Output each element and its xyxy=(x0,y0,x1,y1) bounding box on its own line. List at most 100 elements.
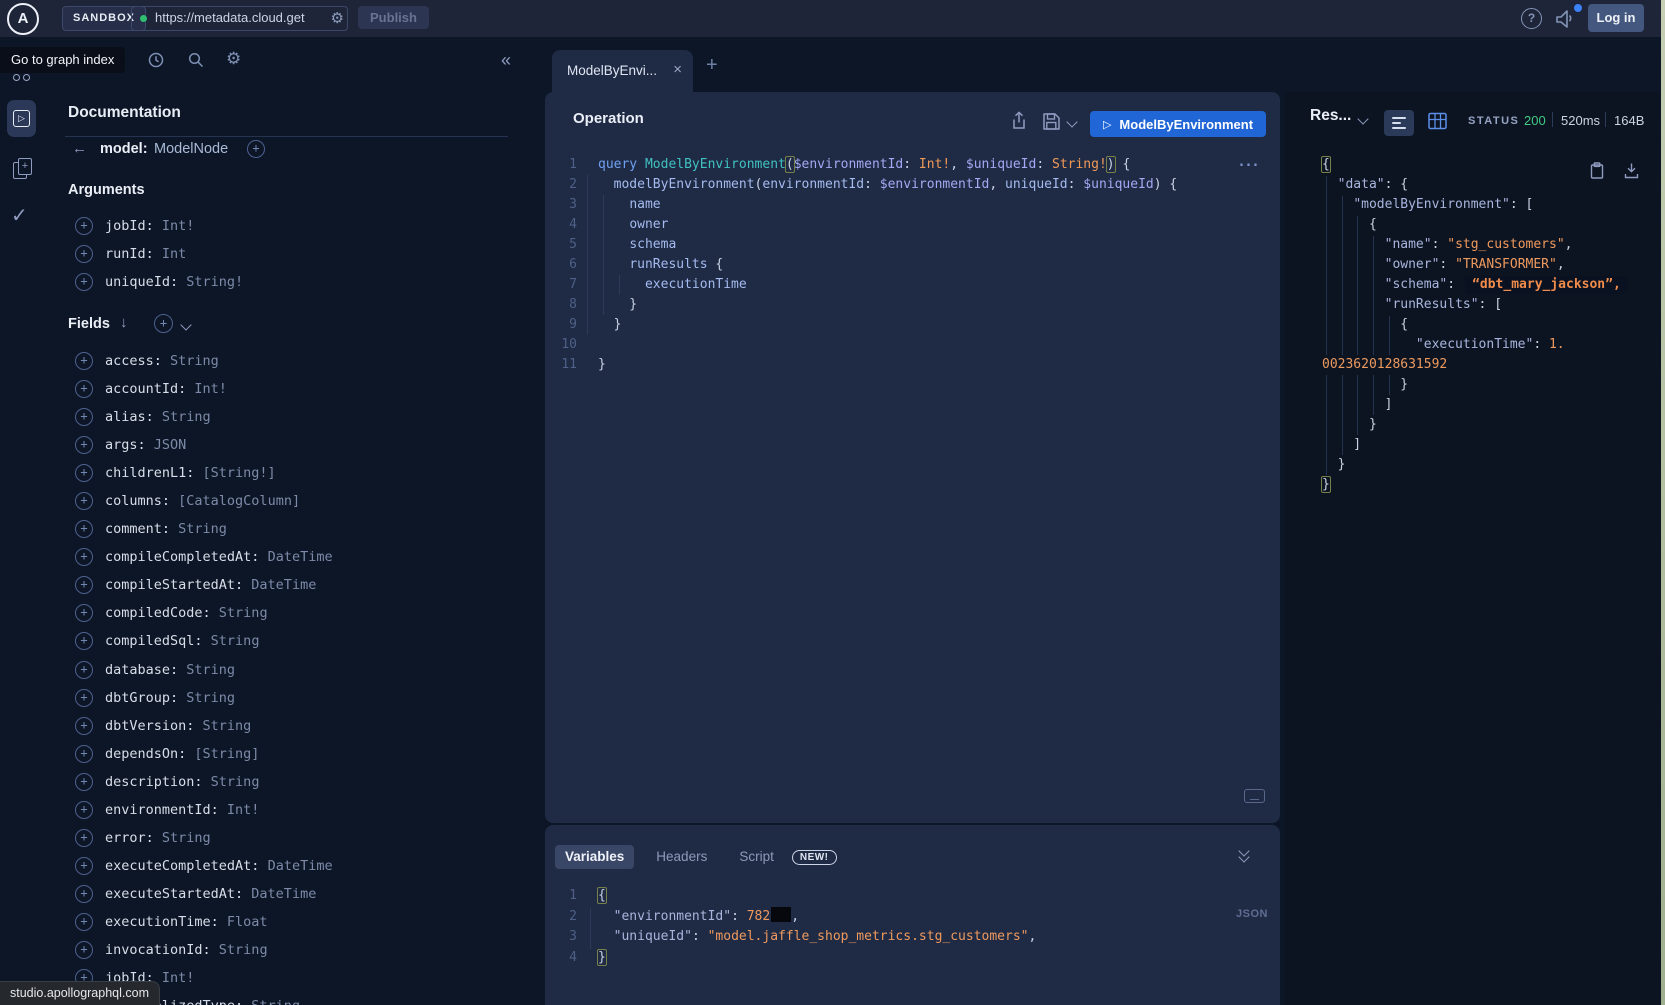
field-row[interactable]: +dbtGroup: String xyxy=(75,684,333,712)
field-type[interactable]: DateTime xyxy=(259,858,332,874)
add-field-icon[interactable]: + xyxy=(75,745,93,763)
field-type[interactable]: [String!] xyxy=(194,465,275,481)
field-type[interactable]: String xyxy=(211,605,268,621)
field-type[interactable]: Int! xyxy=(186,381,227,397)
field-row[interactable]: +dbtVersion: String xyxy=(75,712,333,740)
field-type[interactable]: Int! xyxy=(154,218,195,234)
field-row[interactable]: +description: String xyxy=(75,768,333,796)
field-row[interactable]: +accountId: Int! xyxy=(75,375,333,403)
field-row[interactable]: +compiledCode: String xyxy=(75,599,333,627)
apollo-logo-icon[interactable]: A xyxy=(7,3,39,35)
field-row[interactable]: +comment: String xyxy=(75,515,333,543)
field-type[interactable]: String xyxy=(194,718,251,734)
sort-fields-icon[interactable]: ↓ xyxy=(120,314,128,331)
close-tab-icon[interactable]: × xyxy=(673,61,682,78)
field-row[interactable]: +args: JSON xyxy=(75,431,333,459)
save-icon[interactable] xyxy=(1042,112,1061,131)
field-type[interactable]: [String] xyxy=(186,746,259,762)
sidebar-item-schema[interactable]: + xyxy=(13,158,35,182)
settings-gear-icon[interactable]: ⚙ xyxy=(226,49,241,69)
field-type[interactable]: String xyxy=(154,830,211,846)
add-field-icon[interactable]: + xyxy=(75,689,93,707)
field-type[interactable]: Float xyxy=(219,914,268,930)
add-field-icon[interactable]: + xyxy=(75,464,93,482)
add-field-icon[interactable]: + xyxy=(75,913,93,931)
add-field-icon[interactable]: + xyxy=(75,661,93,679)
add-field-icon[interactable]: + xyxy=(75,548,93,566)
variables-editor[interactable]: 1{2 "environmentId": 782,3 "uniqueId": "… xyxy=(545,886,1036,969)
field-type[interactable]: DateTime xyxy=(243,577,316,593)
collapse-sidebar-icon[interactable]: « xyxy=(501,50,511,71)
field-row[interactable]: +executionTime: Float xyxy=(75,908,333,936)
add-field-icon[interactable]: + xyxy=(75,408,93,426)
formatted-view-icon[interactable] xyxy=(1384,110,1414,136)
add-field-icon[interactable]: + xyxy=(75,857,93,875)
field-row[interactable]: +compiledSql: String xyxy=(75,627,333,655)
add-field-icon[interactable]: + xyxy=(75,801,93,819)
add-field-icon[interactable]: + xyxy=(75,380,93,398)
share-icon[interactable] xyxy=(1010,111,1028,132)
add-field-icon[interactable]: + xyxy=(75,273,93,291)
field-type[interactable]: String xyxy=(170,521,227,537)
response-body[interactable]: { "data": { "modelByEnvironment": [ { "n… xyxy=(1322,155,1628,495)
history-icon[interactable] xyxy=(147,51,165,69)
field-type[interactable]: DateTime xyxy=(243,886,316,902)
announcements-icon[interactable] xyxy=(1554,8,1576,29)
field-type[interactable]: String xyxy=(203,633,260,649)
back-icon[interactable]: ← xyxy=(72,140,87,157)
add-field-icon[interactable]: + xyxy=(75,436,93,454)
field-row[interactable]: +childrenL1: [String!] xyxy=(75,459,333,487)
field-type[interactable]: Int! xyxy=(219,802,260,818)
field-type[interactable]: DateTime xyxy=(259,549,332,565)
chevron-down-icon[interactable] xyxy=(180,319,191,330)
field-row[interactable]: +executeStartedAt: DateTime xyxy=(75,880,333,908)
sidebar-item-explorer[interactable]: ▷ xyxy=(7,100,36,137)
add-field-icon[interactable]: + xyxy=(75,604,93,622)
tab-operation[interactable]: ModelByEnvi... × xyxy=(552,50,693,92)
add-all-fields-icon[interactable]: + xyxy=(154,314,173,333)
search-icon[interactable] xyxy=(187,51,205,69)
login-button[interactable]: Log in xyxy=(1588,4,1644,32)
add-field-icon[interactable]: + xyxy=(75,520,93,538)
add-field-icon[interactable]: + xyxy=(75,217,93,235)
run-operation-button[interactable]: ▷ ModelByEnvironment xyxy=(1090,111,1266,137)
field-row[interactable]: +environmentId: Int! xyxy=(75,796,333,824)
endpoint-url-input[interactable]: https://metadata.cloud.get ⚙ xyxy=(131,6,348,31)
graph-index-icon[interactable] xyxy=(13,74,20,81)
add-field-icon[interactable]: + xyxy=(75,492,93,510)
field-row[interactable]: +columns: [CatalogColumn] xyxy=(75,487,333,515)
field-row[interactable]: +database: String xyxy=(75,656,333,684)
new-tab-icon[interactable]: + xyxy=(706,54,718,77)
keyboard-shortcuts-icon[interactable] xyxy=(1244,789,1265,803)
tab-headers[interactable]: Headers xyxy=(646,845,717,869)
field-type[interactable]: JSON xyxy=(146,437,187,453)
add-field-icon[interactable]: + xyxy=(75,941,93,959)
graph-index-icon[interactable] xyxy=(23,74,30,81)
field-type[interactable]: String! xyxy=(178,274,243,290)
field-row[interactable]: +invocationId: String xyxy=(75,936,333,964)
help-icon[interactable]: ? xyxy=(1521,8,1542,29)
field-row[interactable]: +compileStartedAt: DateTime xyxy=(75,571,333,599)
field-row[interactable]: +executeCompletedAt: DateTime xyxy=(75,852,333,880)
field-type[interactable]: String xyxy=(203,774,260,790)
field-row[interactable]: +dependsOn: [String] xyxy=(75,740,333,768)
field-type[interactable]: String xyxy=(243,998,300,1005)
field-type[interactable]: Int! xyxy=(154,970,195,986)
add-field-icon[interactable]: + xyxy=(75,245,93,263)
field-type[interactable]: Int xyxy=(154,246,187,262)
add-field-icon[interactable]: + xyxy=(75,773,93,791)
tab-variables[interactable]: Variables xyxy=(555,845,634,869)
field-type[interactable]: String xyxy=(154,409,211,425)
field-row[interactable]: +access: String xyxy=(75,347,333,375)
field-type[interactable]: String xyxy=(178,662,235,678)
field-row[interactable]: +compileCompletedAt: DateTime xyxy=(75,543,333,571)
field-type[interactable]: String xyxy=(211,942,268,958)
tab-script[interactable]: Script xyxy=(729,845,784,869)
field-row[interactable]: +uniqueId: String! xyxy=(75,268,243,296)
field-type[interactable]: String xyxy=(162,353,219,369)
field-row[interactable]: +runId: Int xyxy=(75,240,243,268)
publish-button[interactable]: Publish xyxy=(358,6,429,29)
type-breadcrumb-name[interactable]: ModelNode xyxy=(154,141,228,157)
field-type[interactable]: String xyxy=(178,690,235,706)
editor-menu-icon[interactable]: ⋯ xyxy=(1238,152,1260,177)
